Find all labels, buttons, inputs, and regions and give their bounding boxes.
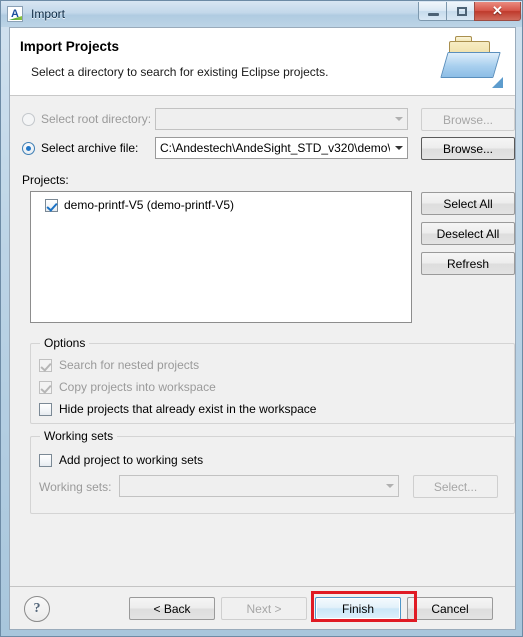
options-group-title: Options xyxy=(40,336,90,350)
refresh-button[interactable]: Refresh xyxy=(421,252,515,275)
select-archive-file-label: Select archive file: xyxy=(41,141,139,155)
cancel-button[interactable]: Cancel xyxy=(407,597,493,620)
checkbox-indicator[interactable] xyxy=(39,402,52,416)
select-root-directory-radio[interactable]: Select root directory: xyxy=(22,109,151,129)
wizard-header: Import Projects Select a directory to se… xyxy=(10,28,515,96)
archive-file-value: C:\Andestech\AndeSight_STD_v320\demo\V xyxy=(160,141,390,155)
andes-a-icon: A xyxy=(7,6,23,22)
select-working-sets-button[interactable]: Select... xyxy=(413,475,498,498)
checkbox-indicator[interactable] xyxy=(39,453,52,467)
search-nested-projects-label: Search for nested projects xyxy=(59,358,200,372)
hide-existing-projects-label: Hide projects that already exist in the … xyxy=(59,402,317,416)
copy-projects-into-workspace-label: Copy projects into workspace xyxy=(59,380,216,394)
next-button[interactable]: Next > xyxy=(221,597,307,620)
page-description: Select a directory to search for existin… xyxy=(31,65,329,79)
project-label: demo-printf-V5 (demo-printf-V5) xyxy=(64,198,235,212)
close-button[interactable]: ✕ xyxy=(474,2,521,21)
deselect-all-button[interactable]: Deselect All xyxy=(421,222,515,245)
working-sets-combo[interactable] xyxy=(119,475,399,497)
search-nested-projects-checkbox: Search for nested projects xyxy=(39,356,199,374)
select-all-button[interactable]: Select All xyxy=(421,192,515,215)
dialog-footer: ? < Back Next > Finish Cancel xyxy=(10,586,515,629)
window-controls: ✕ xyxy=(418,2,521,21)
close-icon: ✕ xyxy=(492,2,503,18)
working-sets-field-label: Working sets: xyxy=(39,480,112,494)
finish-button[interactable]: Finish xyxy=(315,597,401,620)
import-dialog-window: A Import ✕ Import Projects Select a dire… xyxy=(0,0,523,637)
project-checkbox[interactable] xyxy=(45,198,58,212)
list-item[interactable]: demo-printf-V5 (demo-printf-V5) xyxy=(31,196,411,214)
back-button[interactable]: < Back xyxy=(129,597,215,620)
add-project-to-working-sets-label: Add project to working sets xyxy=(59,453,204,467)
title-bar: A Import ✕ xyxy=(1,1,522,27)
open-folder-icon xyxy=(440,32,505,90)
copy-projects-into-workspace-checkbox: Copy projects into workspace xyxy=(39,378,216,396)
checkbox-indicator xyxy=(39,380,52,394)
browse-root-directory-button[interactable]: Browse... xyxy=(421,108,515,131)
wizard-body: Select root directory: Browse... Select … xyxy=(10,96,515,586)
select-root-directory-label: Select root directory: xyxy=(41,112,152,126)
browse-archive-file-button[interactable]: Browse... xyxy=(421,137,515,160)
chevron-down-icon[interactable] xyxy=(390,109,407,129)
checkbox-indicator xyxy=(39,358,52,372)
select-archive-file-radio[interactable]: Select archive file: xyxy=(22,138,138,158)
archive-file-combo[interactable]: C:\Andestech\AndeSight_STD_v320\demo\V xyxy=(155,137,408,159)
chevron-down-icon[interactable] xyxy=(381,476,398,496)
hide-existing-projects-checkbox[interactable]: Hide projects that already exist in the … xyxy=(39,400,316,418)
options-group: Options Search for nested projects Copy … xyxy=(30,336,515,424)
dialog-client-area: Import Projects Select a directory to se… xyxy=(9,27,516,630)
maximize-button[interactable] xyxy=(446,2,475,21)
help-icon[interactable]: ? xyxy=(24,596,50,622)
window-title: Import xyxy=(31,7,66,21)
radio-indicator xyxy=(22,141,35,155)
projects-list[interactable]: demo-printf-V5 (demo-printf-V5) xyxy=(30,191,412,323)
minimize-button[interactable] xyxy=(418,2,447,21)
projects-label: Projects: xyxy=(22,173,69,187)
add-project-to-working-sets-checkbox[interactable]: Add project to working sets xyxy=(39,451,203,469)
page-title: Import Projects xyxy=(20,39,120,54)
radio-indicator xyxy=(22,112,35,126)
root-directory-combo[interactable] xyxy=(155,108,408,130)
working-sets-group-title: Working sets xyxy=(40,429,118,443)
chevron-down-icon[interactable] xyxy=(390,138,407,158)
working-sets-group: Working sets Add project to working sets… xyxy=(30,429,515,514)
